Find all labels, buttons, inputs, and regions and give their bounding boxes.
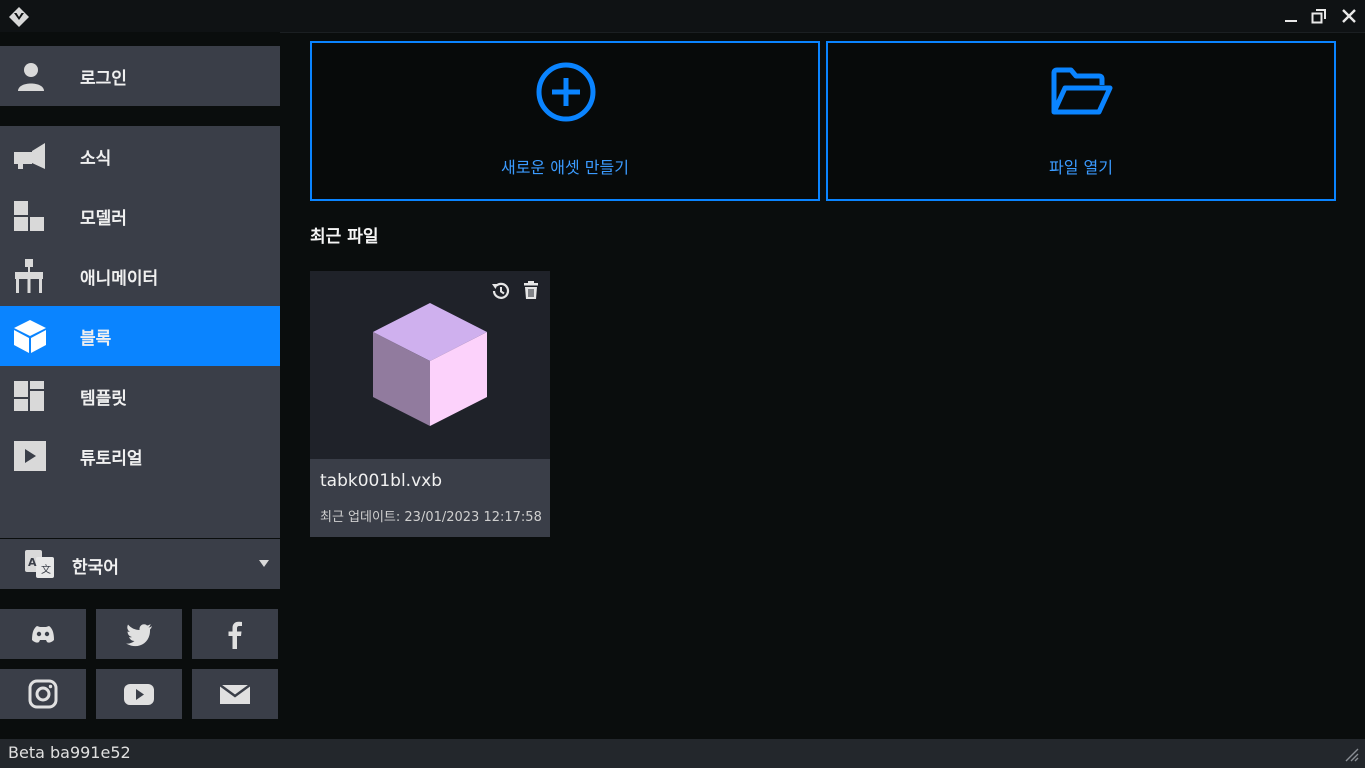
template-grid-icon bbox=[14, 381, 44, 411]
chevron-down-icon bbox=[259, 560, 269, 567]
sidebar-item-label: 블록 bbox=[80, 329, 112, 349]
translate-icon: A 文 bbox=[25, 550, 54, 578]
open-file-label: 파일 열기 bbox=[1049, 158, 1113, 177]
facebook-button[interactable] bbox=[192, 609, 278, 659]
sidebar-item-templates[interactable]: 템플릿 bbox=[0, 366, 280, 426]
new-asset-button[interactable]: 새로운 애셋 만들기 bbox=[310, 41, 820, 201]
main-nav: 소식 모델러 애니메이터 블록 템플릿 튜토리얼 bbox=[0, 126, 280, 538]
modeler-blocks-icon bbox=[14, 201, 44, 231]
open-file-button[interactable]: 파일 열기 bbox=[826, 41, 1336, 201]
youtube-icon bbox=[124, 684, 154, 705]
sidebar-item-tutorials[interactable]: 튜토리얼 bbox=[0, 426, 280, 486]
twitter-icon bbox=[126, 624, 152, 647]
discord-button[interactable] bbox=[0, 609, 86, 659]
version-label: Beta ba991e52 bbox=[8, 743, 131, 762]
login-button[interactable]: 로그인 bbox=[0, 46, 280, 106]
file-name: tabk001bl.vxb bbox=[320, 471, 442, 491]
sidebar-item-label: 튜토리얼 bbox=[80, 449, 143, 469]
file-info: tabk001bl.vxb 최근 업데이트: 23/01/2023 12:17:… bbox=[310, 459, 550, 537]
instagram-icon bbox=[28, 679, 58, 709]
sidebar-item-modeler[interactable]: 모델러 bbox=[0, 186, 280, 246]
twitter-button[interactable] bbox=[96, 609, 182, 659]
svg-text:文: 文 bbox=[41, 563, 51, 576]
play-icon bbox=[14, 441, 46, 471]
mail-button[interactable] bbox=[192, 669, 278, 719]
instagram-button[interactable] bbox=[0, 669, 86, 719]
cube-icon bbox=[14, 320, 46, 353]
megaphone-icon bbox=[14, 143, 45, 169]
voxedit-logo-icon bbox=[9, 7, 29, 27]
sidebar-item-blocks[interactable]: 블록 bbox=[0, 306, 280, 366]
restore-icon[interactable] bbox=[1309, 6, 1329, 26]
language-label: 한국어 bbox=[72, 558, 119, 578]
animator-hierarchy-icon bbox=[15, 259, 43, 293]
history-icon[interactable] bbox=[489, 280, 511, 302]
plus-circle-icon bbox=[536, 62, 596, 122]
mail-icon bbox=[219, 683, 251, 704]
folder-open-icon bbox=[1051, 67, 1113, 115]
youtube-button[interactable] bbox=[96, 669, 182, 719]
block-thumbnail-icon bbox=[373, 303, 487, 426]
sidebar-item-label: 애니메이터 bbox=[80, 269, 159, 289]
new-asset-label: 새로운 애셋 만들기 bbox=[501, 158, 629, 177]
user-icon bbox=[18, 63, 44, 91]
title-bar bbox=[0, 0, 1365, 33]
facebook-icon bbox=[228, 621, 242, 649]
recent-files-heading: 최근 파일 bbox=[310, 227, 379, 247]
sidebar: 로그인 소식 모델러 애니메이터 블록 템플릿 튜토리얼 A 文 한국어 bbox=[0, 32, 280, 739]
sidebar-item-label: 소식 bbox=[80, 149, 112, 169]
language-selector[interactable]: A 文 한국어 bbox=[0, 539, 280, 589]
trash-icon[interactable] bbox=[521, 280, 541, 302]
minimize-icon[interactable] bbox=[1281, 6, 1301, 26]
sidebar-item-news[interactable]: 소식 bbox=[0, 126, 280, 186]
sidebar-item-label: 모델러 bbox=[80, 209, 127, 229]
discord-icon bbox=[32, 626, 54, 643]
sidebar-item-label: 템플릿 bbox=[80, 389, 127, 409]
login-label: 로그인 bbox=[80, 69, 127, 89]
svg-text:A: A bbox=[28, 556, 37, 569]
resize-grip-icon[interactable] bbox=[1343, 746, 1359, 762]
close-icon[interactable] bbox=[1339, 6, 1359, 26]
sidebar-item-animator[interactable]: 애니메이터 bbox=[0, 246, 280, 306]
file-updated: 최근 업데이트: 23/01/2023 12:17:58 bbox=[320, 510, 542, 525]
recent-file-card[interactable]: tabk001bl.vxb 최근 업데이트: 23/01/2023 12:17:… bbox=[310, 271, 550, 537]
status-bar: Beta ba991e52 bbox=[0, 739, 1365, 768]
